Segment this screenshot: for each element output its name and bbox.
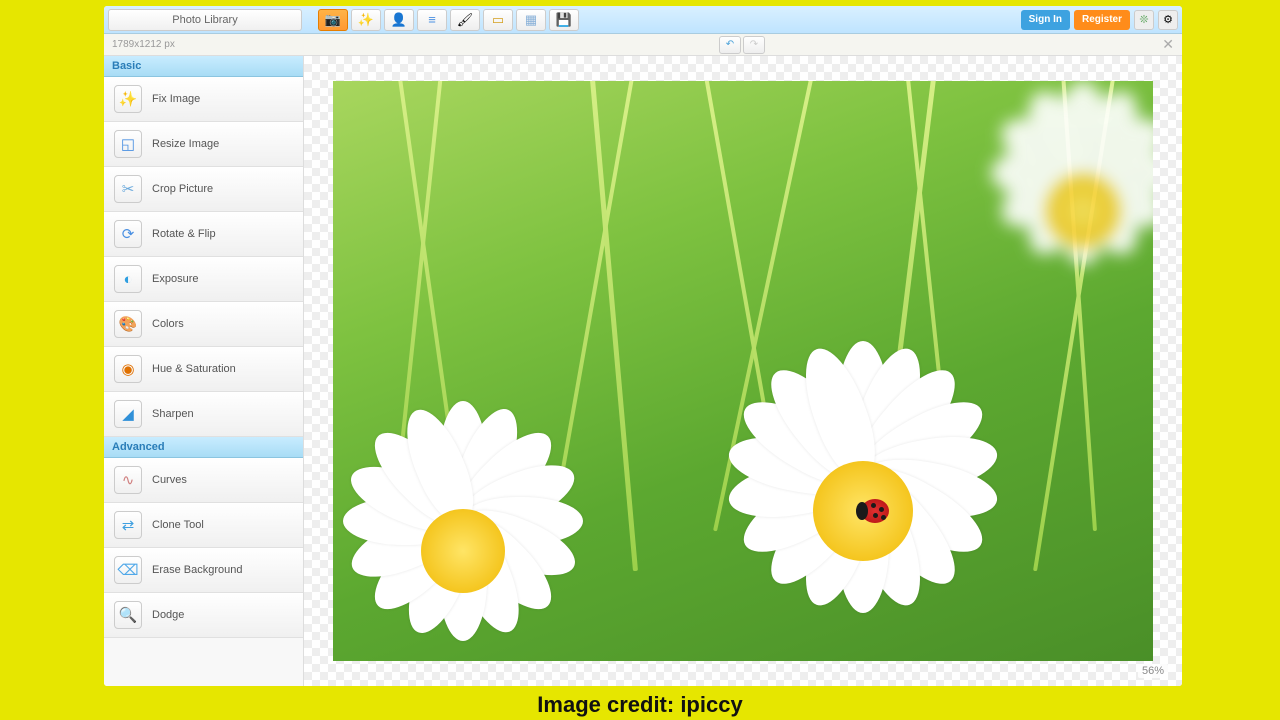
settings-button[interactable]: ⚙ xyxy=(1158,10,1178,30)
tool-basic-rotate-flip[interactable]: ⟳ Rotate & Flip xyxy=(104,212,303,257)
sharpen-icon: ◢ xyxy=(114,400,142,428)
help-button[interactable]: ❊ xyxy=(1134,10,1154,30)
section-basic-header: Basic xyxy=(104,56,303,77)
app-window: Photo Library 📷 ✨ 👤 ≡ 🖌 ▭ ▦ 💾 Sign In Re… xyxy=(104,6,1182,686)
image-dimensions: 1789x1212 px xyxy=(112,39,175,50)
tab-save[interactable]: 💾 xyxy=(549,9,579,31)
tool-label: Curves xyxy=(152,474,187,486)
tool-label: Sharpen xyxy=(152,408,194,420)
tool-advanced-erase-background[interactable]: ⌫ Erase Background xyxy=(104,548,303,593)
infobar: 1789x1212 px ↶ ↷ ✕ xyxy=(104,34,1182,56)
colors-icon: 🎨 xyxy=(114,310,142,338)
redo-button[interactable]: ↷ xyxy=(743,36,765,54)
tool-basic-exposure[interactable]: ◐ Exposure xyxy=(104,257,303,302)
person-icon: 👤 xyxy=(391,12,407,28)
camera-icon: 📷 xyxy=(325,12,341,28)
tab-textures[interactable]: ▦ xyxy=(516,9,546,31)
help-icon: ❊ xyxy=(1139,13,1148,26)
tool-label: Exposure xyxy=(152,273,198,285)
canvas-area[interactable]: 56% xyxy=(304,56,1182,686)
topbar: Photo Library 📷 ✨ 👤 ≡ 🖌 ▭ ▦ 💾 Sign In Re… xyxy=(104,6,1182,34)
tool-basic-sharpen[interactable]: ◢ Sharpen xyxy=(104,392,303,437)
signin-button[interactable]: Sign In xyxy=(1021,10,1070,30)
dodge-icon: 🔍 xyxy=(114,601,142,629)
tool-label: Erase Background xyxy=(152,564,243,576)
texture-icon: ▦ xyxy=(525,12,537,28)
flower-center xyxy=(693,341,1033,661)
close-button[interactable]: ✕ xyxy=(1162,36,1174,53)
tool-basic-fix-image[interactable]: ✨ Fix Image xyxy=(104,77,303,122)
paint-icon: 🖌 xyxy=(457,12,474,28)
tab-paint[interactable]: 🖌 xyxy=(450,9,480,31)
image-credit: Image credit: ipiccy xyxy=(0,692,1280,718)
flower-left xyxy=(333,401,613,661)
gear-icon: ⚙ xyxy=(1163,13,1173,26)
tool-advanced-curves[interactable]: ∿ Curves xyxy=(104,458,303,503)
tool-label: Rotate & Flip xyxy=(152,228,216,240)
undo-icon: ↶ xyxy=(726,39,734,50)
curves-icon: ∿ xyxy=(114,466,142,494)
ladybug xyxy=(861,499,889,523)
frame-icon: ▭ xyxy=(492,12,504,28)
undo-button[interactable]: ↶ xyxy=(719,36,741,54)
clone-tool-icon: ⇄ xyxy=(114,511,142,539)
tab-effects[interactable]: ✨ xyxy=(351,9,381,31)
tool-basic-crop-picture[interactable]: ✂ Crop Picture xyxy=(104,167,303,212)
undo-redo-group: ↶ ↷ xyxy=(719,36,765,54)
tool-basic-colors[interactable]: 🎨 Colors xyxy=(104,302,303,347)
tool-label: Hue & Saturation xyxy=(152,363,236,375)
redo-icon: ↷ xyxy=(750,39,758,50)
save-icon: 💾 xyxy=(556,12,572,28)
close-icon: ✕ xyxy=(1162,36,1174,52)
main-area: Basic ✨ Fix Image ◱ Resize Image ✂ Crop Pictu… xyxy=(104,56,1182,686)
sidebar[interactable]: Basic ✨ Fix Image ◱ Resize Image ✂ Crop Pictu… xyxy=(104,56,304,686)
flower-blurred xyxy=(963,91,1153,331)
mode-tabs: 📷 ✨ 👤 ≡ 🖌 ▭ ▦ 💾 xyxy=(318,9,579,31)
edited-image xyxy=(333,81,1153,661)
hue-saturation-icon: ◉ xyxy=(114,355,142,383)
tab-layers[interactable]: ≡ xyxy=(417,9,447,31)
section-advanced-header: Advanced xyxy=(104,437,303,458)
rotate-flip-icon: ⟳ xyxy=(114,220,142,248)
register-button[interactable]: Register xyxy=(1074,10,1130,30)
zoom-level: 56% xyxy=(1138,664,1168,678)
erase-background-icon: ⌫ xyxy=(114,556,142,584)
exposure-icon: ◐ xyxy=(114,265,142,293)
tool-label: Dodge xyxy=(152,609,184,621)
tool-advanced-dodge[interactable]: 🔍 Dodge xyxy=(104,593,303,638)
photo-library-button[interactable]: Photo Library xyxy=(108,9,302,31)
resize-image-icon: ◱ xyxy=(114,130,142,158)
tab-touchup[interactable]: 👤 xyxy=(384,9,414,31)
tool-label: Fix Image xyxy=(152,93,200,105)
magic-wand-icon: ✨ xyxy=(358,12,374,28)
tool-basic-resize-image[interactable]: ◱ Resize Image xyxy=(104,122,303,167)
tab-frames[interactable]: ▭ xyxy=(483,9,513,31)
tool-label: Resize Image xyxy=(152,138,219,150)
crop-picture-icon: ✂ xyxy=(114,175,142,203)
layers-icon: ≡ xyxy=(428,12,436,27)
tool-label: Clone Tool xyxy=(152,519,204,531)
tool-advanced-clone-tool[interactable]: ⇄ Clone Tool xyxy=(104,503,303,548)
tool-label: Crop Picture xyxy=(152,183,213,195)
tool-label: Colors xyxy=(152,318,184,330)
fix-image-icon: ✨ xyxy=(114,85,142,113)
tool-basic-hue-saturation[interactable]: ◉ Hue & Saturation xyxy=(104,347,303,392)
tab-editor[interactable]: 📷 xyxy=(318,9,348,31)
